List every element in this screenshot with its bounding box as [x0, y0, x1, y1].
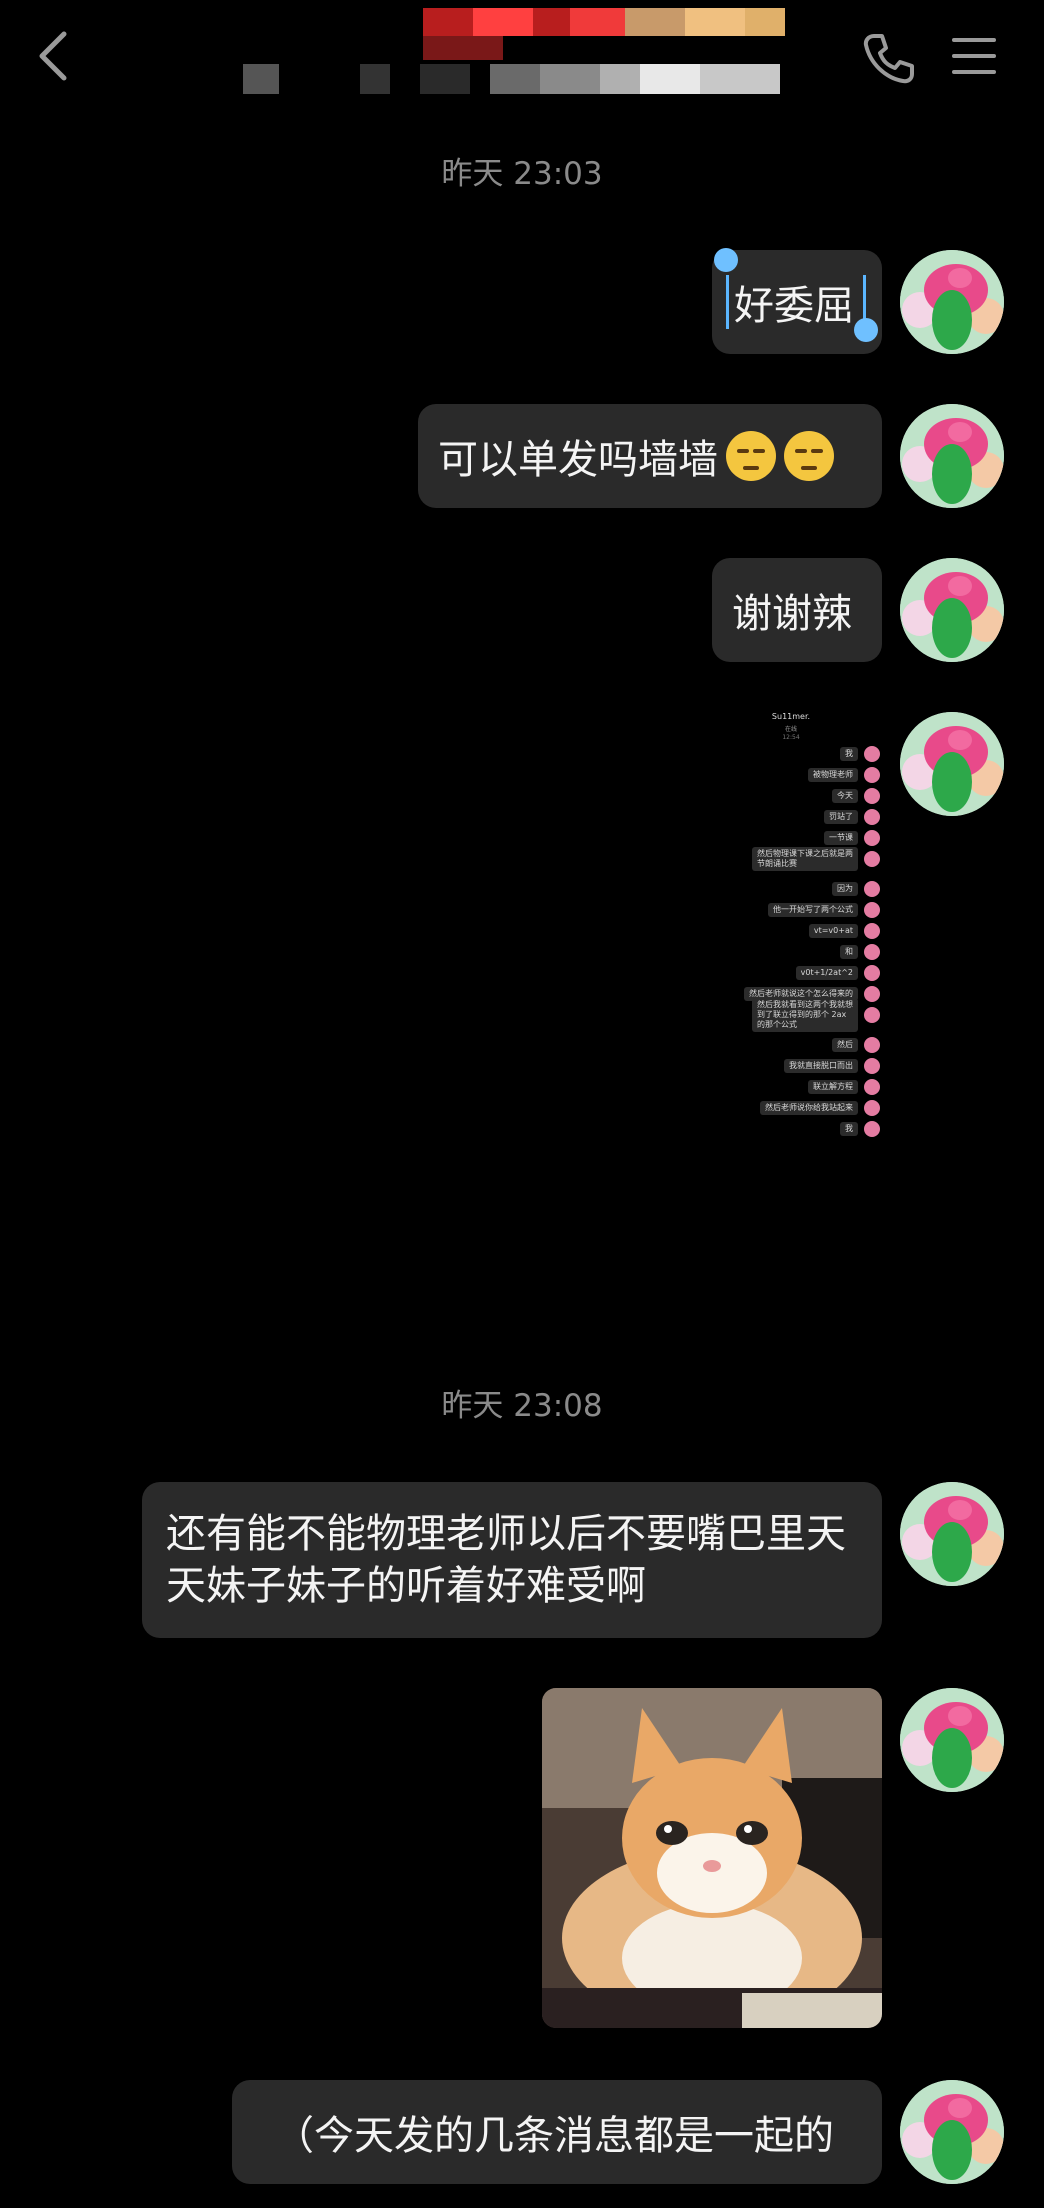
- avatar-image: [900, 404, 1004, 508]
- mini-message-bubble: 他一开始写了两个公式: [768, 903, 858, 917]
- mini-message-bubble: 因为: [832, 882, 858, 896]
- mini-message-bubble: 我就直接脱口而出: [784, 1059, 858, 1073]
- timestamp: 昨天 23:08: [441, 1388, 603, 1424]
- mini-message-bubble: 然后物理课下课之后就是两节朗诵比赛: [752, 847, 858, 871]
- mini-avatar: [864, 809, 880, 825]
- mini-chat-time: 12:54: [782, 734, 800, 741]
- mini-message-row: 今天: [832, 788, 880, 804]
- screenshot-image-message[interactable]: Su11mer. 在线 12:54 我被物理老师 今天 罚站了 一节课 然后物理课下课之…: [700, 708, 882, 1318]
- avatar[interactable]: [900, 2080, 1004, 2184]
- unamused-face-emoji-icon: [726, 431, 776, 481]
- back-button[interactable]: [30, 28, 78, 84]
- message-bubble[interactable]: （今天发的几条消息都是一起的: [232, 2080, 882, 2184]
- message-text: （今天发的几条消息都是一起的: [274, 2113, 834, 2159]
- mini-message-row: 然后我就看到这两个我就想到了联立得到的那个 2ax 的那个公式: [752, 998, 880, 1032]
- mini-avatar: [864, 851, 880, 867]
- mini-message-row: vt=v0+at: [808, 923, 880, 939]
- mini-message-bubble: 我: [840, 1122, 858, 1136]
- mini-message-row: 一节课: [824, 830, 880, 846]
- mini-message-row: 罚站了: [824, 809, 880, 825]
- avatar[interactable]: [900, 712, 1004, 816]
- avatar-image: [900, 1482, 1004, 1586]
- avatar-image: [900, 1688, 1004, 1792]
- menu-button[interactable]: [950, 34, 998, 78]
- message-bubble[interactable]: 还有能不能物理老师以后不要嘴巴里天天妹子妹子的听着好难受啊: [142, 1482, 882, 1638]
- avatar[interactable]: [900, 1688, 1004, 1792]
- mini-message-bubble: vt=v0+at: [808, 924, 858, 938]
- mini-chat-status: 在线: [784, 726, 797, 733]
- hamburger-menu-icon: [952, 38, 996, 74]
- mini-message-row: 联立解方程: [808, 1079, 880, 1095]
- mini-message-row: 被物理老师: [808, 767, 880, 783]
- mini-avatar: [864, 986, 880, 1002]
- avatar[interactable]: [900, 250, 1004, 354]
- mini-message-bubble: 和: [840, 945, 858, 959]
- mini-chat-title: Su11mer.: [771, 712, 811, 721]
- contact-name-pixelated: [240, 8, 785, 96]
- mini-message-row: 然后老师说你给我站起来: [760, 1100, 880, 1116]
- mini-avatar: [864, 1037, 880, 1053]
- mini-avatar: [864, 788, 880, 804]
- mini-message-bubble: 罚站了: [824, 810, 858, 824]
- selection-handle-start-dot[interactable]: [714, 248, 738, 272]
- mini-message-row: 因为: [832, 881, 880, 897]
- cat-photo-message[interactable]: [542, 1688, 882, 2028]
- message-text: 还有能不能物理老师以后不要嘴巴里天天妹子妹子的听着好难受啊: [166, 1511, 846, 1609]
- avatar[interactable]: [900, 1482, 1004, 1586]
- message-bubble[interactable]: 好委屈: [712, 248, 882, 354]
- avatar-image: [900, 250, 1004, 354]
- selection-handle-end-dot[interactable]: [854, 318, 878, 342]
- mini-avatar: [864, 944, 880, 960]
- message-text: 谢谢辣: [732, 591, 852, 637]
- avatar-image: [900, 558, 1004, 662]
- mini-message-row: 我就直接脱口而出: [784, 1058, 880, 1074]
- mini-avatar: [864, 1100, 880, 1116]
- mini-message-bubble: 然后我就看到这两个我就想到了联立得到的那个 2ax 的那个公式: [752, 998, 858, 1032]
- mini-message-bubble: 一节课: [824, 831, 858, 845]
- timestamp: 昨天 23:03: [441, 156, 603, 192]
- call-button[interactable]: [860, 30, 916, 86]
- mini-message-row: 然后物理课下课之后就是两节朗诵比赛: [752, 847, 880, 871]
- mini-avatar: [864, 923, 880, 939]
- mini-message-bubble: 我: [840, 747, 858, 761]
- message-bubble[interactable]: 谢谢辣: [712, 558, 882, 662]
- mini-message-row: 他一开始写了两个公式: [768, 902, 880, 918]
- crying-cat-image: [542, 1688, 882, 2028]
- message-text: 好委屈: [734, 283, 854, 329]
- mini-message-row: 然后: [832, 1037, 880, 1053]
- mini-avatar: [864, 1007, 880, 1023]
- mini-message-row: v0t+1/2at^2: [795, 965, 880, 981]
- mini-avatar: [864, 830, 880, 846]
- avatar[interactable]: [900, 558, 1004, 662]
- avatar[interactable]: [900, 404, 1004, 508]
- mini-message-row: 和: [840, 944, 880, 960]
- mini-avatar: [864, 1121, 880, 1137]
- avatar-image: [900, 2080, 1004, 2184]
- message-text: 可以单发吗墙墙: [438, 437, 718, 483]
- chevron-left-icon: [39, 31, 67, 81]
- phone-icon: [863, 34, 914, 84]
- mini-avatar: [864, 1058, 880, 1074]
- mini-avatar: [864, 1079, 880, 1095]
- mini-message-bubble: v0t+1/2at^2: [795, 966, 858, 980]
- mini-message-bubble: 被物理老师: [808, 768, 858, 782]
- mini-message-row: 我: [840, 1121, 880, 1137]
- mini-message-bubble: 然后老师说你给我站起来: [760, 1101, 858, 1115]
- mini-message-bubble: 然后: [832, 1038, 858, 1052]
- selection-handle-start[interactable]: [726, 275, 729, 329]
- mini-avatar: [864, 881, 880, 897]
- mini-avatar: [864, 902, 880, 918]
- mini-avatar: [864, 965, 880, 981]
- avatar-image: [900, 712, 1004, 816]
- mini-message-bubble: 联立解方程: [808, 1080, 858, 1094]
- mini-avatar: [864, 767, 880, 783]
- message-bubble[interactable]: 可以单发吗墙墙: [418, 404, 882, 508]
- mini-message-row: 我: [840, 746, 880, 762]
- mini-message-bubble: 今天: [832, 789, 858, 803]
- unamused-face-emoji-icon: [784, 431, 834, 481]
- mini-avatar: [864, 746, 880, 762]
